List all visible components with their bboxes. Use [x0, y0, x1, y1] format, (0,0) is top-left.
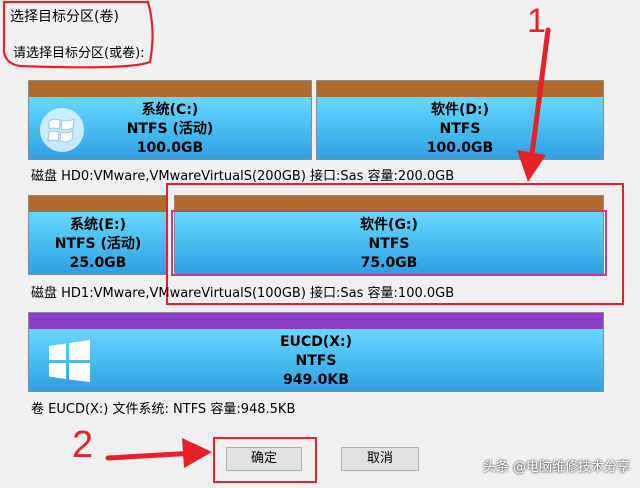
watermark: 头条 @电脑维修技术分享: [482, 460, 630, 475]
step-2-label: 2: [72, 424, 94, 466]
step-1-label: 1: [527, 2, 546, 40]
annotation-arrows: [105, 27, 551, 468]
